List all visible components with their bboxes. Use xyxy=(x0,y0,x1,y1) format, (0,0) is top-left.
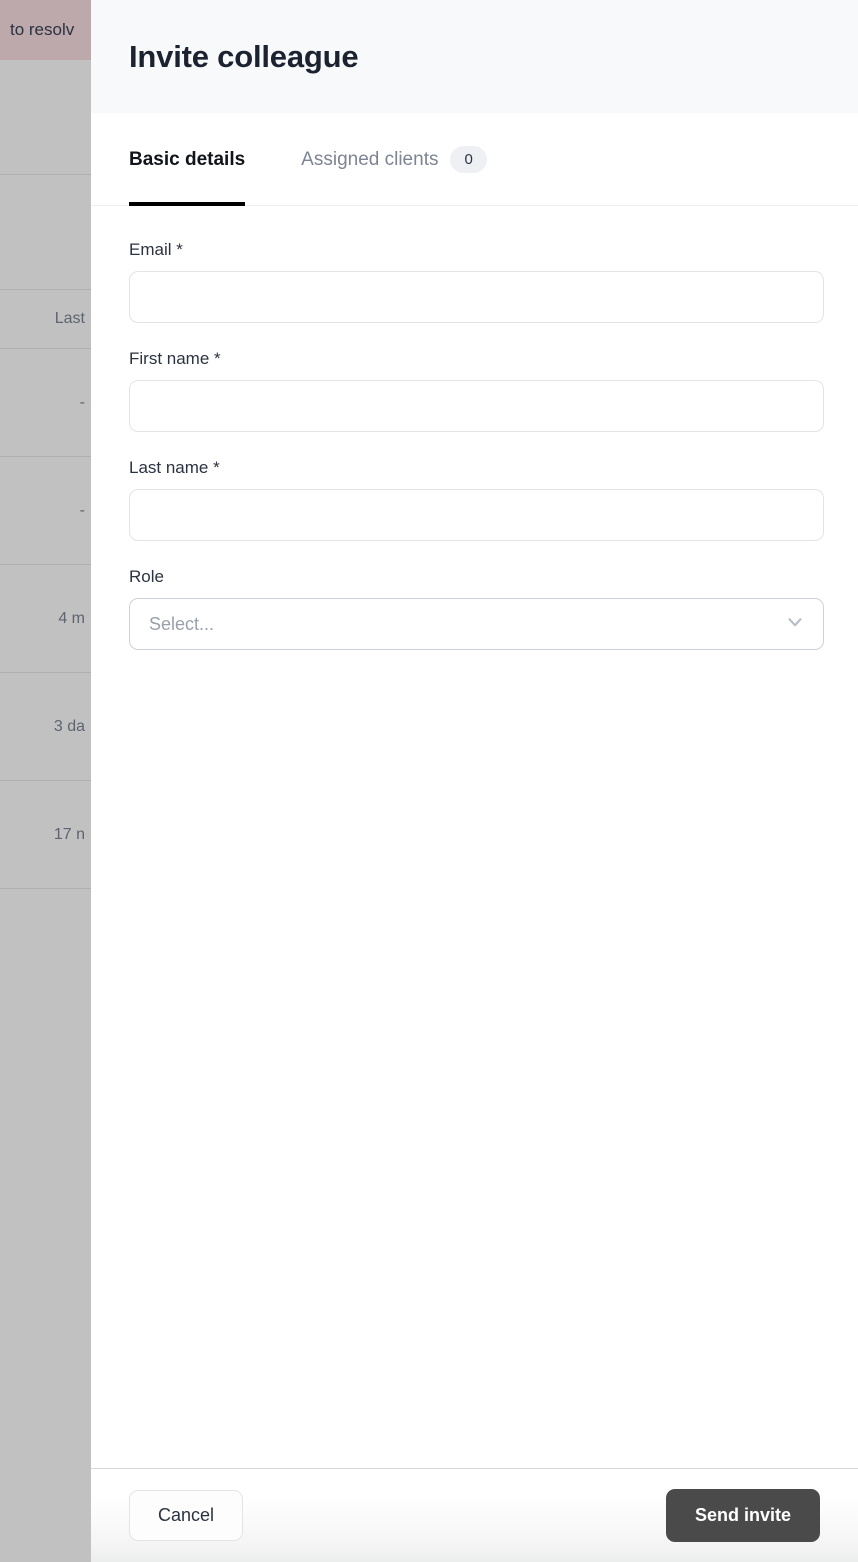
role-field-group: Role Select... xyxy=(129,567,824,650)
tab-assigned-clients[interactable]: Assigned clients 0 xyxy=(301,113,487,206)
email-field-group: Email * xyxy=(129,240,824,323)
background-alert-banner: to resolv xyxy=(0,0,91,60)
chevron-down-icon xyxy=(784,611,806,638)
background-table-row: - xyxy=(0,349,91,457)
background-table-row: 3 da xyxy=(0,673,91,781)
role-field-label: Role xyxy=(129,567,164,586)
background-cell-text: 3 da xyxy=(53,717,85,735)
tab-assigned-clients-label: Assigned clients xyxy=(301,148,439,170)
background-cell-text: 17 n xyxy=(53,825,85,843)
last-name-field-group: Last name * xyxy=(129,458,824,541)
invite-colleague-modal: Invite colleague Basic details Assigned … xyxy=(91,0,858,1562)
first-name-input[interactable] xyxy=(129,380,824,432)
background-table-row: - xyxy=(0,457,91,565)
background-cell-text: 4 m xyxy=(58,609,85,627)
background-table-row: 4 m xyxy=(0,565,91,673)
background-table-header-row: Last xyxy=(0,290,91,349)
background-table-row xyxy=(0,60,91,175)
email-input[interactable] xyxy=(129,271,824,323)
last-name-input[interactable] xyxy=(129,489,824,541)
send-invite-button[interactable]: Send invite xyxy=(665,1489,820,1542)
last-name-field-label: Last name * xyxy=(129,458,220,477)
modal-footer: Cancel Send invite xyxy=(91,1468,858,1562)
background-banner-text: to resolv xyxy=(10,20,75,39)
role-select[interactable]: Select... xyxy=(129,598,824,650)
modal-form-body: Email * First name * Last name * Role Se… xyxy=(91,206,858,1468)
modal-header: Invite colleague xyxy=(91,0,858,113)
modal-tab-bar: Basic details Assigned clients 0 xyxy=(91,113,858,206)
background-page-content: to resolv Last - - 4 m 3 da 17 n xyxy=(0,0,91,1562)
background-table-row xyxy=(0,175,91,290)
role-select-placeholder: Select... xyxy=(149,613,215,634)
tab-basic-details[interactable]: Basic details xyxy=(129,113,246,206)
tab-basic-details-label: Basic details xyxy=(129,148,246,170)
background-table-row: 17 n xyxy=(0,781,91,889)
page-title: Invite colleague xyxy=(129,38,359,74)
background-cell-text: - xyxy=(79,393,85,411)
cancel-button[interactable]: Cancel xyxy=(129,1490,244,1541)
assigned-clients-count-badge: 0 xyxy=(450,146,487,173)
background-cell-text: - xyxy=(79,501,85,519)
background-empty-area xyxy=(0,889,91,1411)
email-field-label: Email * xyxy=(129,240,183,259)
background-column-header: Last xyxy=(54,310,85,327)
first-name-field-group: First name * xyxy=(129,349,824,432)
first-name-field-label: First name * xyxy=(129,349,221,368)
